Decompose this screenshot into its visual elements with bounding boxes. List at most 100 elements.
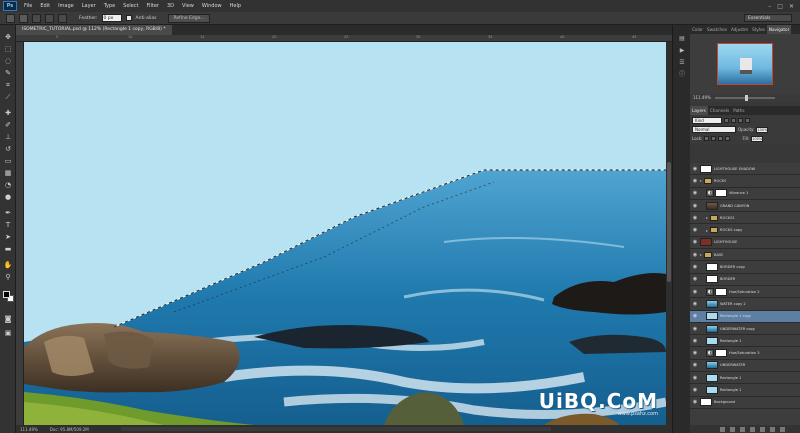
lock-position-icon[interactable] [718,136,724,141]
layer-row[interactable]: ◉ ◐ Hue/Saturation 3 [690,347,800,360]
document-tab[interactable]: ISOMETRIC_TUTORIAL.psd @ 112% (Rectangle… [16,25,172,35]
menu-view[interactable]: View [178,3,198,9]
shape-tool-icon[interactable]: ▬ [3,245,13,254]
navigator-thumbnail[interactable] [717,43,773,85]
visibility-eye-icon[interactable]: ◉ [692,326,698,332]
layer-row[interactable]: ◉ ▸ ROCKS [690,175,800,188]
minimize-button[interactable]: – [768,3,771,10]
gradient-tool-icon[interactable]: ▦ [3,169,13,178]
new-layer-icon[interactable] [770,426,775,432]
visibility-eye-icon[interactable]: ◉ [692,289,698,295]
visibility-eye-icon[interactable]: ◉ [692,338,698,344]
layer-row[interactable]: ◉ LIGHTHOUSE [690,237,800,250]
layer-row[interactable]: ◉ Rectangle 1 copy [690,310,800,323]
canvas-image[interactable] [24,42,666,425]
layer-thumbnail[interactable] [706,324,718,333]
marquee-tool-icon[interactable]: ⬚ [3,45,13,54]
layer-row[interactable]: ◉ GRAND CANYON [690,200,800,213]
layer-thumbnail[interactable] [706,373,718,382]
refine-edge-button[interactable]: Refine Edge... [168,13,210,23]
intersect-selection-button[interactable] [58,13,67,23]
navigator-preview[interactable] [690,34,800,94]
subtract-selection-button[interactable] [45,13,54,23]
filter-type-icon[interactable] [738,118,743,123]
foreground-color-swatch[interactable] [3,291,10,298]
horizontal-ruler[interactable]: 5 10 15 20 25 30 35 40 45 [16,35,672,42]
layer-row[interactable]: ◉ ▸ BASE [690,249,800,262]
navigator-zoom-slider[interactable] [714,95,775,101]
layer-thumbnail[interactable] [706,312,718,321]
screen-mode-icon[interactable]: ▣ [3,329,13,338]
visibility-eye-icon[interactable]: ◉ [692,239,698,245]
blend-mode-select[interactable]: Normal [692,126,736,133]
fill-input[interactable]: 100% [751,135,764,142]
add-selection-button[interactable] [32,13,41,23]
healing-tool-icon[interactable]: ✚ [3,109,13,118]
layer-row[interactable]: ◉ Rectangle 1 [690,335,800,348]
new-adjustment-icon[interactable] [750,426,755,432]
panel-tab-navigator[interactable]: Navigator [766,25,792,34]
visibility-eye-icon[interactable]: ◉ [692,252,698,258]
layer-thumbnail[interactable] [706,361,718,370]
visibility-eye-icon[interactable]: ◉ [692,313,698,319]
filter-pixel-icon[interactable] [724,118,729,123]
dodge-tool-icon[interactable]: ● [3,193,13,202]
navigator-zoom-value[interactable]: 111.49% [693,94,711,102]
visibility-eye-icon[interactable]: ◉ [692,178,698,184]
layer-row[interactable]: ◉ Rectangle 1 [690,384,800,397]
pen-tool-icon[interactable]: ✒ [3,209,13,218]
layer-row[interactable]: ◉ ◐ Hue/Saturation 2 [690,286,800,299]
quick-select-tool-icon[interactable]: ✎ [3,69,13,78]
layers-list[interactable]: ◉ LIGHTHOUSE SHADOW ◉ ▸ ROCKS ◉ ◐ Vibrance 1 ◉ GR… [690,163,800,425]
visibility-eye-icon[interactable]: ◉ [692,276,698,282]
filter-shape-icon[interactable] [745,118,750,123]
menu-filter[interactable]: Filter [143,3,163,9]
close-button[interactable]: ✕ [789,3,794,10]
workspace-select[interactable]: Essentials [744,14,792,22]
layer-thumbnail[interactable] [700,164,712,173]
antialias-checkbox[interactable] [125,15,132,21]
history-brush-tool-icon[interactable]: ↺ [3,145,13,154]
scrollbar-thumb[interactable] [667,162,671,282]
visibility-eye-icon[interactable]: ◉ [692,375,698,381]
actions-panel-icon[interactable]: ▶ [677,47,687,55]
layer-row[interactable]: ◉ Background [690,397,800,409]
layer-row[interactable]: ◉ LIGHTHOUSE SHADOW [690,163,800,176]
layer-style-icon[interactable] [730,426,735,432]
path-select-tool-icon[interactable]: ➤ [3,233,13,242]
lock-all-icon[interactable] [725,136,731,141]
visibility-eye-icon[interactable]: ◉ [692,387,698,393]
layer-thumbnail[interactable] [700,398,712,407]
menu-select[interactable]: Select [119,3,142,9]
layer-row[interactable]: ◉ WATER copy 2 [690,298,800,311]
menu-help[interactable]: Help [226,3,245,9]
visibility-eye-icon[interactable]: ◉ [692,350,698,356]
lasso-tool-icon[interactable]: ◌ [3,57,13,66]
panel-tab-swatches[interactable]: Swatches [705,25,729,34]
panel-tab-adjustm[interactable]: Adjustm [729,25,750,34]
blur-tool-icon[interactable]: ◔ [3,181,13,190]
canvas-horizontal-scrollbar[interactable] [120,427,551,431]
layer-row[interactable]: ◉ BORDER copy [690,261,800,274]
visibility-eye-icon[interactable]: ◉ [692,215,698,221]
eyedropper-tool-icon[interactable]: ⟋ [3,93,13,102]
panel-tab-styles[interactable]: Styles [750,25,767,34]
vertical-ruler[interactable] [16,42,24,425]
delete-layer-icon[interactable] [780,426,785,432]
brush-tool-icon[interactable]: ✐ [3,121,13,130]
menu-layer[interactable]: Layer [78,3,100,9]
move-tool-icon[interactable]: ✥ [3,33,13,42]
stamp-tool-icon[interactable]: ⊥ [3,133,13,142]
zoom-tool-icon[interactable]: ⚲ [3,273,13,282]
lock-pixels-icon[interactable] [711,136,717,141]
layer-mask-thumbnail[interactable] [715,287,727,296]
visibility-eye-icon[interactable]: ◉ [692,203,698,209]
history-panel-icon[interactable]: ▤ [677,35,687,43]
layer-mask-thumbnail[interactable] [715,349,727,358]
visibility-eye-icon[interactable]: ◉ [692,362,698,368]
add-mask-icon[interactable] [740,426,745,432]
layers-tab-paths[interactable]: Paths [731,106,746,115]
layer-thumbnail[interactable] [706,263,718,272]
visibility-eye-icon[interactable]: ◉ [692,399,698,405]
layer-row[interactable]: ◉ BORDER [690,274,800,286]
